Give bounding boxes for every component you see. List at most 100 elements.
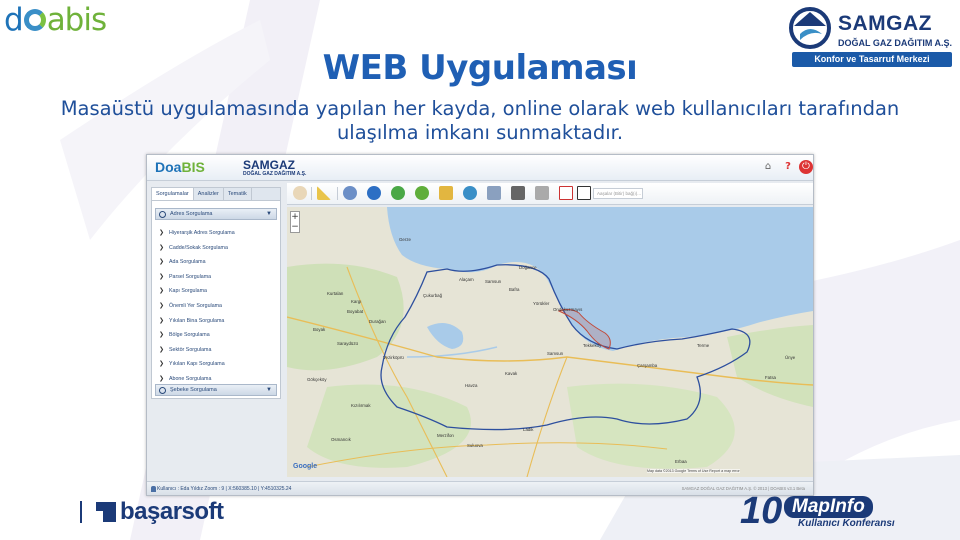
map-label: Ondokuzmayıs xyxy=(553,307,583,312)
toolbar-divider xyxy=(337,187,338,200)
globe-icon[interactable] xyxy=(415,186,429,200)
app-logo-bis: BIS xyxy=(181,159,205,175)
logo-divider xyxy=(80,501,82,523)
mapinfo-brand: MapInfo xyxy=(784,496,873,518)
map-label: Erbaa xyxy=(675,459,687,464)
map-label: Tekkeköy xyxy=(583,343,602,348)
map-toolbar: Aaşalar (Bitir) bağ(ı)... xyxy=(287,183,813,205)
menu-item[interactable]: ❯ Kapı Sorgulama xyxy=(155,284,277,299)
pan-hand-icon[interactable] xyxy=(293,186,307,200)
doabis-logo-prefix: d xyxy=(4,2,24,38)
menu-item-label: Önemli Yer Sorgulama xyxy=(169,302,222,309)
doabis-logo: d abis xyxy=(4,2,107,38)
help-icon[interactable]: ? xyxy=(781,160,795,174)
menu-item-label: Yıkılan Kapı Sorgulama xyxy=(169,361,225,368)
arrow-right-icon: ❯ xyxy=(159,332,165,339)
arrow-right-icon: ❯ xyxy=(159,361,165,368)
menu-item-label: Abone Sorgulama xyxy=(169,375,212,382)
map-label: Gökçeköy xyxy=(307,377,327,382)
menu-item[interactable]: ❯ Önemli Yer Sorgulama xyxy=(155,299,277,314)
accordion-adres-sorgulama[interactable]: Adres Sorgulama ▼ xyxy=(155,208,277,220)
status-bar: Kullanıcı : Eda Yıldız Zoom : 9 | X:5603… xyxy=(147,481,813,495)
menu-item[interactable]: ❯ Yıkılan Kapı Sorgulama xyxy=(155,357,277,372)
menu-item-label: Hiyerarşik Adres Sorgulama xyxy=(169,230,235,236)
map-svg xyxy=(287,207,813,477)
polygon-icon[interactable] xyxy=(577,186,591,200)
map-label: Kurtalan xyxy=(327,291,344,296)
menu-item-label: Yıkılan Bina Sorgulama xyxy=(169,317,225,324)
arrow-right-icon: ❯ xyxy=(159,302,165,309)
basarsoft-logo: başarsoft xyxy=(80,498,224,526)
zoom-out-button[interactable]: − xyxy=(291,222,299,232)
chevron-down-icon: ▼ xyxy=(266,387,272,393)
polyline-icon[interactable] xyxy=(559,186,573,200)
layers-icon[interactable] xyxy=(487,186,501,200)
arrow-right-icon: ❯ xyxy=(159,273,165,280)
map-label: Samsun xyxy=(485,279,502,284)
toolbar-search-input[interactable]: Aaşalar (Bitir) bağ(ı)... xyxy=(593,188,643,199)
menu-item[interactable]: ❯ Sektör Sorgulama xyxy=(155,343,277,358)
map-label: Durağan xyxy=(369,319,386,324)
info-icon[interactable] xyxy=(367,186,381,200)
accordion-sebeke-sorgulama[interactable]: Şebeke Sorgulama ▼ xyxy=(155,384,277,396)
map-label: Alaçam xyxy=(459,277,474,282)
menu-item[interactable]: ❯ Ada Sorgulama xyxy=(155,255,277,270)
chevron-down-icon: ▼ xyxy=(266,211,272,217)
arrow-right-icon: ❯ xyxy=(159,230,165,236)
world-icon[interactable] xyxy=(463,186,477,200)
google-logo: Google xyxy=(293,463,318,470)
arrow-right-icon: ❯ xyxy=(159,346,165,353)
menu-item[interactable]: ❯ Cadde/Sokak Sorgulama xyxy=(155,241,277,256)
menu-item-label: Sektör Sorgulama xyxy=(169,346,212,353)
query-menu: ❯ Hiyerarşik Adres Sorgulama ❯ Cadde/Sokak… xyxy=(155,226,277,387)
search-icon xyxy=(159,387,166,394)
map-label: Yörükler xyxy=(533,301,550,306)
web-app-window: DoaBIS SAMGAZ DOĞAL GAZ DAĞITIM A.Ş. ⌂ ?… xyxy=(146,154,814,496)
select-icon[interactable] xyxy=(343,186,357,200)
map-label: Gerze xyxy=(399,237,411,242)
status-text: Kullanıcı : Eda Yıldız Zoom : 9 | X:5603… xyxy=(157,486,292,492)
samgaz-name: SAMGAZ xyxy=(838,12,932,35)
map-label: Kavak xyxy=(505,371,518,376)
refresh-icon[interactable] xyxy=(391,186,405,200)
arrow-right-icon: ❯ xyxy=(159,317,165,324)
home-icon[interactable]: ⌂ xyxy=(761,160,775,174)
toolbar-divider xyxy=(311,187,312,200)
tab-analizler[interactable]: Analizler xyxy=(194,188,224,200)
app-logo-doabis: DoaBIS xyxy=(155,159,205,175)
map-label: Kargı xyxy=(351,299,362,304)
map-label: Osmancık xyxy=(331,437,351,442)
menu-item[interactable]: ❯ Bölge Sorgulama xyxy=(155,328,277,343)
tab-sorgulamalar[interactable]: Sorgulamalar xyxy=(152,188,194,200)
map-label: Fatsa xyxy=(765,375,776,380)
export-icon[interactable] xyxy=(535,186,549,200)
query-tabs: Sorgulamalar Analizler Tematik xyxy=(152,188,280,201)
map-label: Çukurbağ xyxy=(423,293,443,298)
doabis-logo-ring-icon xyxy=(23,9,46,31)
menu-item-label: Parsel Sorgulama xyxy=(169,273,212,280)
map-label: Çarşamba xyxy=(637,363,658,368)
menu-item[interactable]: ❯ Yıkılan Bina Sorgulama xyxy=(155,314,277,329)
menu-item-label: Cadde/Sokak Sorgulama xyxy=(169,244,228,251)
map-label: Saraydüzü xyxy=(337,341,358,346)
samgaz-emblem-icon xyxy=(789,7,831,49)
app-logo-samgaz-sub: DOĞAL GAZ DAĞITIM A.Ş. xyxy=(243,171,307,177)
search-icon xyxy=(159,211,166,218)
menu-item[interactable]: ❯ Hiyerarşik Adres Sorgulama xyxy=(155,226,277,241)
slide-subtitle-line1: Masaüstü uygulamasında yapılan her kayda… xyxy=(60,97,900,120)
menu-item[interactable]: ❯ Parsel Sorgulama xyxy=(155,270,277,285)
zoom-in-button[interactable]: + xyxy=(291,212,299,222)
map-label: Boyabat xyxy=(347,309,364,314)
mapinfo-conference-logo: 10 MapInfo Kullanıcı Konferansı xyxy=(740,490,926,536)
basarsoft-mark-icon xyxy=(96,502,116,522)
clear-icon[interactable] xyxy=(439,186,453,200)
arrow-right-icon: ❯ xyxy=(159,288,165,295)
print-icon[interactable] xyxy=(511,186,525,200)
app-logo-samgaz: SAMGAZ xyxy=(243,158,295,172)
map-canvas[interactable]: + − Gerze Alaçam Samsun Bafra Doğance Yö… xyxy=(287,207,813,477)
slide-title: WEB Uygulaması xyxy=(322,48,638,88)
measure-icon[interactable] xyxy=(317,186,331,200)
accordion-sebeke-label: Şebeke Sorgulama xyxy=(170,387,217,393)
tab-tematik[interactable]: Tematik xyxy=(224,188,252,200)
power-icon[interactable]: ⏻ xyxy=(799,160,813,174)
